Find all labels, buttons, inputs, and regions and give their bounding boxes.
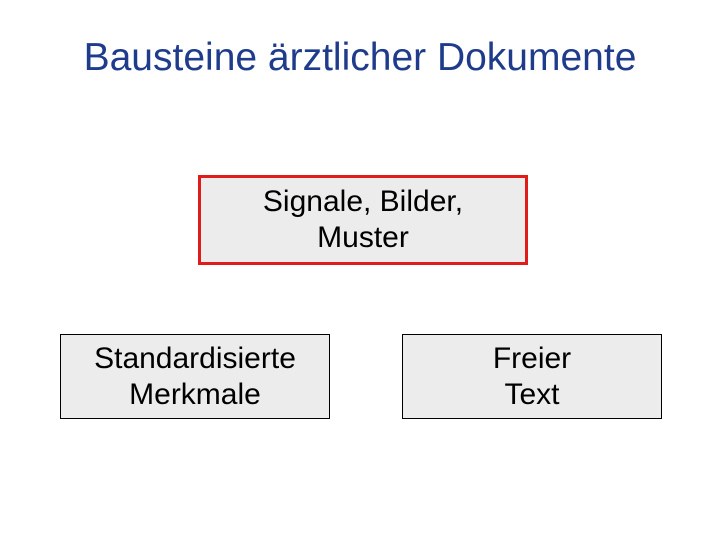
box-top-line2: Muster xyxy=(317,221,409,254)
box-bottom-left-line1: Standardisierte xyxy=(94,342,296,375)
box-bottom-left-line2: Merkmale xyxy=(129,378,261,411)
box-signals-images-patterns: Signale, Bilder, Muster xyxy=(198,175,528,265)
slide-title: Bausteine ärztlicher Dokumente xyxy=(0,36,720,80)
box-top-line1: Signale, Bilder, xyxy=(263,185,463,218)
box-free-text: Freier Text xyxy=(402,334,662,419)
box-bottom-right-line1: Freier xyxy=(493,342,571,375)
box-standardized-features: Standardisierte Merkmale xyxy=(60,334,330,419)
box-bottom-right-line2: Text xyxy=(504,378,559,411)
